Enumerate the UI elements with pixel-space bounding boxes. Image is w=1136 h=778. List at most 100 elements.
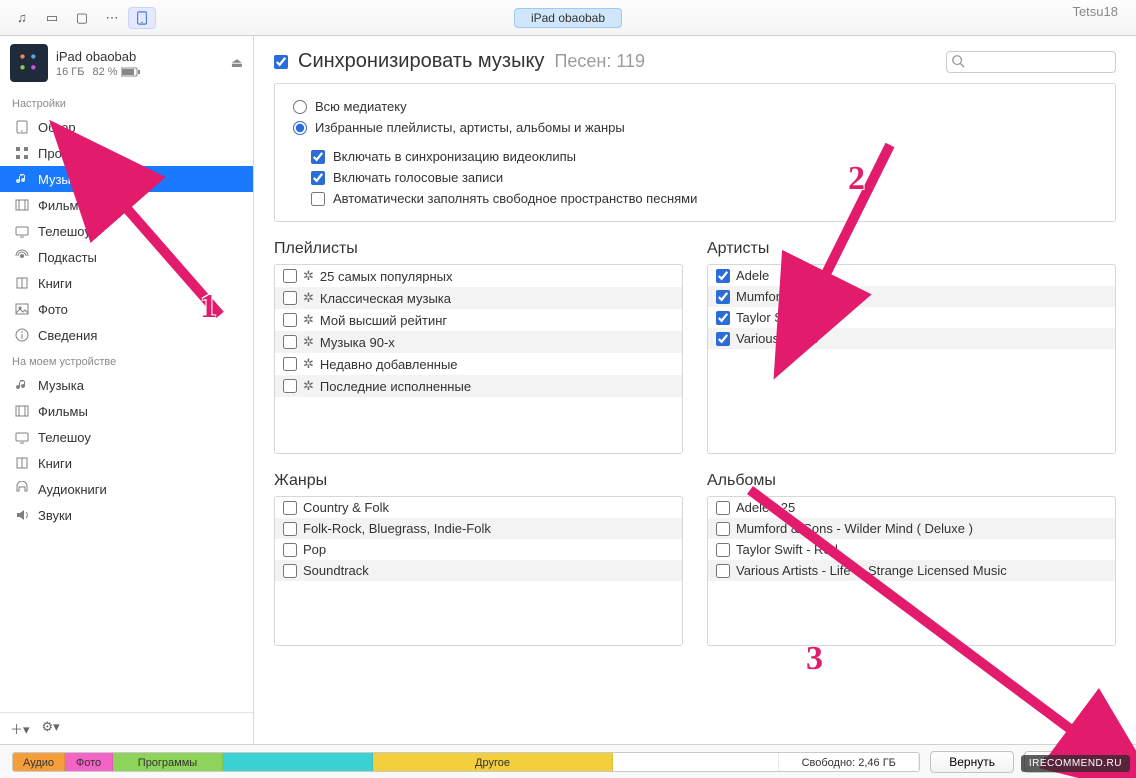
list-item[interactable]: ✲Мой высший рейтинг	[275, 309, 682, 331]
list-item-label: Mumford & Sons	[736, 289, 833, 304]
list-item[interactable]: Country & Folk	[275, 497, 682, 518]
list-item-checkbox[interactable]	[283, 335, 297, 349]
sidebar-item-Фильмы[interactable]: Фильмы	[0, 192, 253, 218]
book-icon	[14, 275, 30, 291]
capacity-segment	[613, 753, 779, 772]
sidebar-item-Книги[interactable]: Книги	[0, 270, 253, 296]
sidebar-item-label: Фильмы	[38, 198, 88, 213]
device-title-pill[interactable]: iPad obaobab	[514, 8, 622, 28]
list-item-label: Country & Folk	[303, 500, 389, 515]
playlists-listbox[interactable]: ✲25 самых популярных✲Классическая музыка…	[274, 264, 683, 454]
list-item[interactable]: ✲Музыка 90-х	[275, 331, 682, 353]
sidebar-item-Программы[interactable]: Программы	[0, 140, 253, 166]
music-tab-icon[interactable]: ♫	[8, 7, 36, 29]
list-item-checkbox[interactable]	[283, 269, 297, 283]
audiobook-icon	[14, 481, 30, 497]
sync-music-checkbox[interactable]	[274, 55, 288, 69]
list-item[interactable]: Various Artists - Life Is Strange Licens…	[708, 560, 1115, 581]
capacity-bar: АудиоФотоПрограммыДругоеСвободно: 2,46 Г…	[0, 744, 1136, 778]
sidebar-item-label: Музыка	[38, 378, 84, 393]
list-item-checkbox[interactable]	[716, 269, 730, 283]
list-item[interactable]: Adele	[708, 265, 1115, 286]
list-item[interactable]: Taylor Swift	[708, 307, 1115, 328]
list-item-label: Soundtrack	[303, 563, 369, 578]
content-pane: Синхронизировать музыку Песен: 119 Всю м…	[254, 36, 1136, 744]
chk-include-voice[interactable]: Включать голосовые записи	[293, 167, 1097, 188]
movies-tab-icon[interactable]: ▭	[38, 7, 66, 29]
tv-tab-icon[interactable]: ▢	[68, 7, 96, 29]
sidebar-item-label: Телешоу	[38, 430, 91, 445]
list-item-checkbox[interactable]	[716, 564, 730, 578]
sidebar-item-Музыка[interactable]: Музыка	[0, 166, 253, 192]
sidebar-item-Аудиокниги[interactable]: Аудиокниги	[0, 476, 253, 502]
sidebar-item-Сведения[interactable]: Сведения	[0, 322, 253, 348]
search-icon	[951, 54, 965, 71]
sound-icon	[14, 507, 30, 523]
list-item[interactable]: ✲Недавно добавленные	[275, 353, 682, 375]
list-item-checkbox[interactable]	[283, 291, 297, 305]
sidebar-item-Книги[interactable]: Книги	[0, 450, 253, 476]
sidebar-item-label: Звуки	[38, 508, 72, 523]
tv-icon	[14, 223, 30, 239]
eject-icon[interactable]: ⏏	[231, 55, 243, 71]
list-item-checkbox[interactable]	[283, 313, 297, 327]
device-name: iPad obaobab	[56, 49, 223, 64]
device-tab-icon[interactable]	[128, 7, 156, 29]
revert-button[interactable]: Вернуть	[930, 751, 1014, 773]
film-icon	[14, 403, 30, 419]
artists-listbox[interactable]: Adele Mumford & Sons Taylor SwiftVarious A…	[707, 264, 1116, 454]
capacity-segment: Программы	[113, 753, 223, 772]
list-item[interactable]: Adele - 25	[708, 497, 1115, 518]
book-icon	[14, 455, 30, 471]
sidebar-item-Фильмы[interactable]: Фильмы	[0, 398, 253, 424]
list-item[interactable]: Soundtrack	[275, 560, 682, 581]
list-item[interactable]: ✲Последние исполненные	[275, 375, 682, 397]
list-item-label: Taylor Swift - Red	[736, 542, 838, 557]
list-item-checkbox[interactable]	[283, 564, 297, 578]
add-icon[interactable]: ＋▾	[10, 719, 30, 738]
list-item-checkbox[interactable]	[283, 357, 297, 371]
list-item-checkbox[interactable]	[283, 543, 297, 557]
watermark-top: Tetsu18	[1072, 4, 1118, 19]
list-item[interactable]: ✲25 самых популярных	[275, 265, 682, 287]
list-item-checkbox[interactable]	[716, 543, 730, 557]
device-battery: 82 %	[92, 66, 140, 78]
sidebar-item-Подкасты[interactable]: Подкасты	[0, 244, 253, 270]
list-item-label: Various Artists - Life Is Strange Licens…	[736, 563, 1007, 578]
list-item-checkbox[interactable]	[716, 311, 730, 325]
top-toolbar: ♫ ▭ ▢ ⋯ iPad obaobab Tetsu18	[0, 0, 1136, 36]
sidebar-section-ondevice: На моем устройстве	[0, 348, 253, 372]
list-item[interactable]: Mumford & Sons - Wilder Mind ( Deluxe )	[708, 518, 1115, 539]
chk-include-videos[interactable]: Включать в синхронизацию видеоклипы	[293, 146, 1097, 167]
list-item-checkbox[interactable]	[716, 501, 730, 515]
device-header[interactable]: iPad obaobab 16 ГБ 82 % ⏏	[0, 36, 253, 90]
albums-listbox[interactable]: Adele - 25Mumford & Sons - Wilder Mind (…	[707, 496, 1116, 646]
list-item-checkbox[interactable]	[716, 522, 730, 536]
list-item-checkbox[interactable]	[716, 290, 730, 304]
search-input[interactable]	[946, 51, 1116, 73]
list-item[interactable]: Mumford & Sons	[708, 286, 1115, 307]
radio-all-library[interactable]: Всю медиатеку	[293, 96, 1097, 117]
more-tab-icon[interactable]: ⋯	[98, 7, 126, 29]
radio-selected-items[interactable]: Избранные плейлисты, артисты, альбомы и …	[293, 117, 1097, 138]
chk-autofill[interactable]: Автоматически заполнять свободное простр…	[293, 188, 1097, 209]
sidebar-item-Музыка[interactable]: Музыка	[0, 372, 253, 398]
capacity-segment: Другое	[373, 753, 613, 772]
artists-heading: Артисты	[707, 240, 1116, 258]
genres-listbox[interactable]: Country & Folk Folk-Rock, Bluegrass, Indi…	[274, 496, 683, 646]
list-item-checkbox[interactable]	[283, 501, 297, 515]
sidebar-item-Телешоу[interactable]: Телешоу	[0, 218, 253, 244]
gear-icon[interactable]: ⚙▾	[42, 719, 60, 738]
sidebar-item-Звуки[interactable]: Звуки	[0, 502, 253, 528]
list-item[interactable]: ✲Классическая музыка	[275, 287, 682, 309]
list-item[interactable]: Various Artists	[708, 328, 1115, 349]
list-item[interactable]: Pop	[275, 539, 682, 560]
sidebar-item-Телешоу[interactable]: Телешоу	[0, 424, 253, 450]
list-item[interactable]: Folk-Rock, Bluegrass, Indie-Folk	[275, 518, 682, 539]
list-item-checkbox[interactable]	[283, 379, 297, 393]
list-item-checkbox[interactable]	[716, 332, 730, 346]
sidebar-item-Фото[interactable]: Фото	[0, 296, 253, 322]
list-item[interactable]: Taylor Swift - Red	[708, 539, 1115, 560]
sidebar-item-Обзор[interactable]: Обзор	[0, 114, 253, 140]
list-item-checkbox[interactable]	[283, 522, 297, 536]
